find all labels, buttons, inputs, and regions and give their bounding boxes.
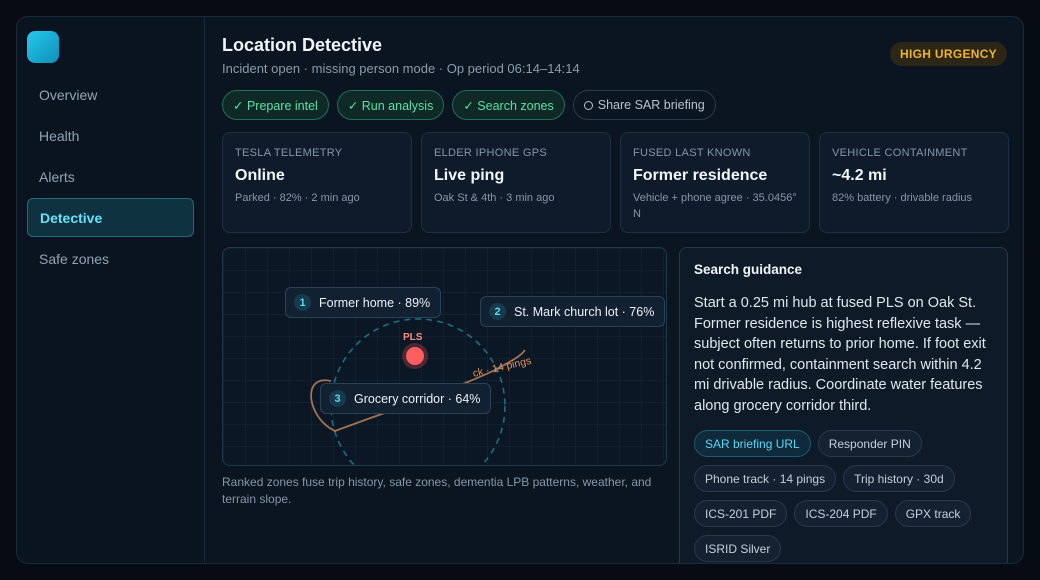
zone-1-former-home[interactable]: 1 Former home · 89% (285, 287, 442, 318)
sidebar-item-overview[interactable]: Overview (27, 75, 194, 114)
sar-briefing-url-chip[interactable]: SAR briefing URL (694, 430, 811, 457)
zone-label: Grocery corridor · 64% (354, 391, 481, 406)
card-value: ~4.2 mi (832, 167, 887, 184)
card-detail: Oak St & 4th · 3 min ago (434, 192, 555, 204)
map-caption: Ranked zones fuse trip history, safe zon… (222, 475, 652, 506)
sidebar-item-safe-zones[interactable]: Safe zones (27, 239, 194, 278)
sidebar-item-detective[interactable]: Detective (27, 198, 194, 237)
gpx-track-chip[interactable]: GPX track (894, 500, 972, 527)
card-value: Online (235, 167, 285, 184)
ics-201-pdf-chip[interactable]: ICS-201 PDF (694, 500, 788, 527)
circle-icon (583, 100, 593, 110)
fused-last-known-card: FUSED LAST KNOWN Former residence Vehicl… (620, 132, 810, 233)
page-subtitle: Incident open · missing person mode · Op… (222, 61, 580, 76)
card-value: Live ping (434, 167, 505, 184)
urgency-badge: HIGH URGENCY (890, 42, 1007, 66)
action-bar: ✓ Prepare intel ✓ Run analysis ✓ Search … (222, 90, 716, 120)
card-label: ELDER IPHONE GPS (434, 147, 547, 159)
main-panel: Location Detective Incident open · missi… (206, 17, 1023, 563)
card-detail: Vehicle + phone agree · 35.0456° N (633, 192, 797, 220)
card-detail: Parked · 82% · 2 min ago (235, 192, 360, 204)
zone-3-grocery-corridor[interactable]: 3 Grocery corridor · 64% (320, 383, 492, 414)
search-map[interactable]: ck · 14 pings PLS 1 Former home · 89% 2 … (222, 247, 667, 466)
iphone-gps-card: ELDER IPHONE GPS Live ping Oak St & 4th … (421, 132, 611, 233)
card-detail: 82% battery · drivable radius (832, 192, 973, 204)
pls-marker[interactable] (406, 347, 424, 365)
tesla-telemetry-card: TESLA TELEMETRY Online Parked · 82% · 2 … (222, 132, 412, 233)
resource-chips: SAR briefing URL Responder PIN Phone tra… (694, 430, 993, 562)
app-logo (27, 31, 59, 63)
isrid-silver-chip[interactable]: ISRID Silver (694, 535, 782, 562)
trip-history-chip[interactable]: Trip history · 30d (843, 465, 955, 492)
status-cards: TESLA TELEMETRY Online Parked · 82% · 2 … (222, 132, 1009, 233)
map-overlay (310, 318, 526, 465)
responder-pin-chip[interactable]: Responder PIN (817, 430, 922, 457)
zone-2-church-lot[interactable]: 2 St. Mark church lot · 76% (480, 296, 666, 327)
sidebar-nav: Overview Health Alerts Detective Safe zo… (27, 75, 194, 280)
zone-rank-badge: 2 (489, 303, 506, 320)
guidance-title: Search guidance (694, 262, 803, 277)
sidebar-item-health[interactable]: Health (27, 116, 194, 155)
zone-label: St. Mark church lot · 76% (514, 304, 655, 319)
vehicle-containment-card: VEHICLE CONTAINMENT ~4.2 mi 82% battery … (819, 132, 1009, 233)
guidance-text: Start a 0.25 mi hub at fused PLS on Oak … (694, 295, 986, 414)
card-label: TESLA TELEMETRY (235, 147, 343, 159)
search-guidance-panel: Search guidance Start a 0.25 mi hub at f… (679, 247, 1008, 563)
search-zones-button[interactable]: ✓ Search zones (452, 90, 565, 120)
share-sar-briefing-button[interactable]: Share SAR briefing (572, 90, 716, 120)
prepare-intel-button[interactable]: ✓ Prepare intel (222, 90, 329, 120)
card-label: FUSED LAST KNOWN (633, 147, 751, 159)
phone-track-chip[interactable]: Phone track · 14 pings (694, 465, 837, 492)
page-title: Location Detective (222, 35, 383, 55)
app-window: Overview Health Alerts Detective Safe zo… (16, 16, 1024, 564)
card-value: Former residence (633, 167, 768, 184)
zone-rank-badge: 1 (294, 294, 311, 311)
share-sar-briefing-label: Share SAR briefing (597, 98, 705, 112)
run-analysis-button[interactable]: ✓ Run analysis (336, 90, 445, 120)
ics-204-pdf-chip[interactable]: ICS-204 PDF (794, 500, 888, 527)
pls-label: PLS (403, 332, 423, 343)
zone-label: Former home · 89% (319, 295, 431, 310)
sidebar: Overview Health Alerts Detective Safe zo… (17, 17, 205, 563)
zone-rank-badge: 3 (329, 390, 346, 407)
card-label: VEHICLE CONTAINMENT (832, 147, 968, 159)
sidebar-item-alerts[interactable]: Alerts (27, 157, 194, 196)
